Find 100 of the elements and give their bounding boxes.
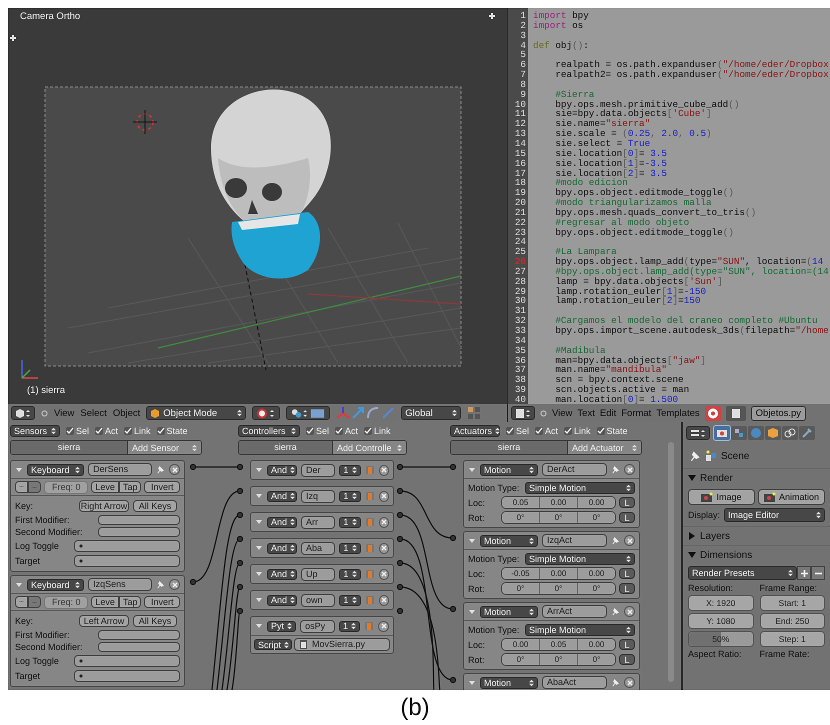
collapse-triangle-icon[interactable] xyxy=(255,570,263,578)
checkbox-label[interactable]: Act xyxy=(345,426,358,436)
menu-item[interactable]: View xyxy=(552,408,572,418)
wire-socket[interactable] xyxy=(396,584,404,590)
panel-title[interactable]: Dimensions xyxy=(700,550,752,560)
property-field[interactable] xyxy=(74,554,180,566)
properties-tab[interactable] xyxy=(714,426,730,440)
state-dropdown[interactable]: 1 xyxy=(339,568,361,580)
checkbox[interactable] xyxy=(535,427,544,435)
tap-button[interactable]: Tap xyxy=(118,596,142,608)
state-dropdown[interactable]: 1 xyxy=(339,542,361,554)
wire-socket[interactable] xyxy=(396,464,404,470)
checkbox[interactable] xyxy=(156,427,165,435)
sensor-type-dropdown[interactable]: Keyboard xyxy=(27,464,84,476)
presets-dropdown[interactable]: Render Presets xyxy=(688,566,797,580)
number-field[interactable]: Step: 1 xyxy=(760,631,825,647)
checkbox[interactable] xyxy=(364,427,372,435)
tap-button[interactable]: Tap xyxy=(118,481,142,493)
collapse-triangle-icon[interactable] xyxy=(255,492,263,500)
wire-socket[interactable] xyxy=(396,512,404,518)
actuator-name-field[interactable]: ArrAct xyxy=(542,605,607,618)
collapse-triangle-icon[interactable] xyxy=(468,608,476,616)
state-dropdown[interactable]: 1 xyxy=(339,490,361,502)
layers-grid-icon[interactable] xyxy=(467,406,482,420)
wire-socket[interactable] xyxy=(396,536,404,542)
close-button[interactable] xyxy=(378,516,389,528)
actuator-name-field[interactable]: IzqAct xyxy=(542,534,607,547)
text-document-icon[interactable] xyxy=(726,406,746,420)
controller-type-dropdown[interactable]: And xyxy=(267,464,297,476)
number-field[interactable]: End: 250 xyxy=(760,613,825,629)
wire-socket[interactable] xyxy=(450,606,456,612)
pin-icon[interactable] xyxy=(611,678,620,687)
collapse-triangle-icon[interactable] xyxy=(255,518,263,526)
actuator-name-field[interactable]: DerAct xyxy=(542,463,607,476)
modifier-field[interactable] xyxy=(98,527,180,537)
checkbox[interactable] xyxy=(306,427,314,435)
property-field[interactable] xyxy=(74,654,180,666)
remove-preset-button[interactable] xyxy=(811,566,825,580)
controller-name-field[interactable]: Der xyxy=(301,464,336,476)
pin-icon[interactable] xyxy=(611,536,620,545)
collapse-triangle-icon[interactable] xyxy=(255,544,263,552)
wire-socket[interactable] xyxy=(236,536,244,542)
collapse-triangle-icon[interactable] xyxy=(15,466,23,474)
invert-button[interactable]: Invert xyxy=(144,596,180,608)
wire-socket[interactable] xyxy=(236,608,244,614)
plus-icon[interactable] xyxy=(9,34,17,42)
actuator-type-dropdown[interactable]: Motion xyxy=(480,534,538,546)
local-toggle-button[interactable]: L xyxy=(619,639,635,650)
mode-dropdown[interactable]: Object Mode xyxy=(146,406,246,420)
pin-icon[interactable] xyxy=(611,607,620,616)
menu-item[interactable]: View xyxy=(54,408,74,418)
sensors-dropdown[interactable]: Sensors xyxy=(10,425,60,437)
menu-item[interactable]: Edit xyxy=(600,408,616,418)
checkbox[interactable] xyxy=(596,427,605,435)
properties-tab[interactable] xyxy=(782,426,798,440)
local-toggle-button[interactable]: L xyxy=(619,568,635,579)
pin-icon[interactable] xyxy=(156,580,166,589)
close-button[interactable] xyxy=(624,606,635,617)
sensor-name-field[interactable]: IzqSens xyxy=(88,578,152,591)
wire-socket[interactable] xyxy=(396,608,404,614)
checkbox[interactable] xyxy=(124,427,132,435)
controller-name-field[interactable]: own xyxy=(301,594,336,606)
collapse-triangle-icon[interactable] xyxy=(255,596,263,604)
controller-type-dropdown[interactable]: And xyxy=(267,490,297,502)
wire-socket[interactable] xyxy=(190,464,196,470)
motion-type-dropdown[interactable]: Simple Motion xyxy=(525,624,635,636)
property-field[interactable] xyxy=(74,670,180,682)
render-button[interactable]: Image xyxy=(688,489,755,505)
modifier-field[interactable] xyxy=(98,642,180,652)
panel-title[interactable]: Layers xyxy=(700,530,730,542)
checkbox-label[interactable]: Sel xyxy=(316,426,330,436)
wire-socket[interactable] xyxy=(450,676,456,684)
menu-item[interactable]: Format xyxy=(621,408,652,418)
local-toggle-button[interactable]: L xyxy=(619,654,635,665)
collapse-triangle-icon[interactable] xyxy=(255,466,263,474)
pulse-false-button[interactable] xyxy=(28,596,41,608)
checkbox[interactable] xyxy=(335,427,344,435)
state-dropdown[interactable]: 1 xyxy=(338,620,360,632)
wire-socket[interactable] xyxy=(190,578,196,586)
properties-tab[interactable] xyxy=(731,426,747,440)
wire-socket[interactable] xyxy=(236,560,244,566)
controller-type-dropdown[interactable]: Pyt xyxy=(267,620,296,632)
collapse-menu-icon[interactable] xyxy=(540,410,547,416)
modifier-field[interactable] xyxy=(98,515,180,525)
frequency-field[interactable]: Freq: 0 xyxy=(44,480,88,494)
all-keys-button[interactable]: All Keys xyxy=(133,500,177,512)
checkbox-label[interactable]: State xyxy=(166,426,188,436)
controller-name-field[interactable]: osPy xyxy=(300,620,335,632)
close-button[interactable] xyxy=(378,464,389,476)
lifebuoy-icon[interactable] xyxy=(704,406,721,420)
collapse-triangle-icon[interactable] xyxy=(468,536,476,544)
shading-dropdown[interactable] xyxy=(252,406,280,420)
modifier-field[interactable] xyxy=(98,630,180,640)
key-button[interactable]: Left Arrow xyxy=(79,615,129,627)
sensor-name-field[interactable]: DerSens xyxy=(88,463,152,476)
controller-name-field[interactable]: Aba xyxy=(301,542,336,554)
plus-icon[interactable] xyxy=(488,12,496,20)
render-button[interactable]: Animation xyxy=(758,489,825,505)
checkbox[interactable] xyxy=(564,427,572,435)
menu-item[interactable]: Select xyxy=(80,408,107,418)
